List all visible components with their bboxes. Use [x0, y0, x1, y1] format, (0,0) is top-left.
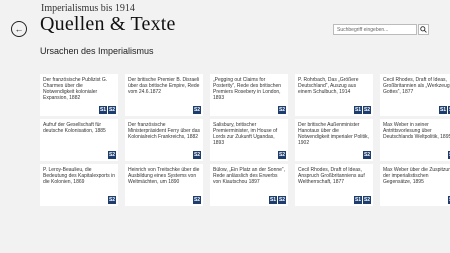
- level-badge: S2: [193, 106, 201, 114]
- source-tile[interactable]: Heinrich von Treitschke über die Ausbild…: [125, 164, 203, 206]
- level-badges: S2: [108, 196, 116, 204]
- source-tile[interactable]: „Pegging out Claims for Posterity“, Rede…: [210, 74, 288, 116]
- tile-title: Cecil Rhodes, Draft of Ideas, Großbritan…: [383, 77, 450, 95]
- back-button[interactable]: ←: [11, 21, 27, 37]
- level-badge: S2: [363, 196, 371, 204]
- source-tile[interactable]: Der britische Premier B. Disraeli über d…: [125, 74, 203, 116]
- tile-title: Cecil Rhodes, Draft of Ideas, Anspruch G…: [298, 167, 365, 185]
- level-badge: S1: [354, 196, 362, 204]
- level-badges: S2: [193, 196, 201, 204]
- level-badges: S2: [193, 151, 201, 159]
- source-tile[interactable]: Bülow, „Ein Platz an der Sonne“, Rede an…: [210, 164, 288, 206]
- page-title: Quellen & Texte: [40, 13, 176, 35]
- level-badge: S2: [108, 106, 116, 114]
- level-badges: S1S2: [269, 196, 286, 204]
- level-badge: S2: [193, 196, 201, 204]
- level-badges: S2: [278, 106, 286, 114]
- search-placeholder: Suchbegriff eingeben...: [337, 26, 389, 33]
- source-tile[interactable]: Salisbury, britischer Premierminister, i…: [210, 119, 288, 161]
- source-tile[interactable]: Der französische Publizist G. Charmes üb…: [40, 74, 118, 116]
- source-tile[interactable]: Max Weber in seiner Antrittsvorlesung üb…: [380, 119, 450, 161]
- source-tile[interactable]: P. Rohrbach, Das „Größere Deutschland“, …: [295, 74, 373, 116]
- source-tile[interactable]: Cecil Rhodes, Draft of Ideas, Großbritan…: [380, 74, 450, 116]
- level-badges: S1S2: [354, 196, 371, 204]
- level-badges: S1S2: [439, 106, 450, 114]
- level-badge: S2: [193, 151, 201, 159]
- search-input[interactable]: Suchbegriff eingeben...: [333, 24, 417, 35]
- search-icon: [420, 26, 427, 33]
- tile-title: Der britische Premier B. Disraeli über d…: [128, 77, 200, 95]
- source-tile[interactable]: Aufruf der Gesellschaft für deutsche Kol…: [40, 119, 118, 161]
- level-badges: S2: [363, 151, 371, 159]
- level-badge: S1: [269, 196, 277, 204]
- source-tile[interactable]: Der britische Außenminister Hanotaux übe…: [295, 119, 373, 161]
- level-badge: S2: [278, 106, 286, 114]
- tile-title: Max Weber über die Zuspitzung der imperi…: [383, 167, 450, 185]
- tile-title: Der französische Publizist G. Charmes üb…: [43, 77, 108, 101]
- level-badge: S2: [108, 196, 116, 204]
- level-badge: S2: [363, 106, 371, 114]
- section-title: Ursachen des Imperialismus: [40, 46, 154, 56]
- level-badges: S2: [108, 151, 116, 159]
- source-tile[interactable]: P. Leroy-Beaulieu, die Bedeutung des Kap…: [40, 164, 118, 206]
- source-tile[interactable]: Der französische Ministerpräsident Ferry…: [125, 119, 203, 161]
- level-badges: S1S2: [99, 106, 116, 114]
- level-badge: S2: [363, 151, 371, 159]
- tile-title: Bülow, „Ein Platz an der Sonne“, Rede an…: [213, 167, 285, 185]
- tile-title: Max Weber in seiner Antrittsvorlesung üb…: [383, 122, 450, 140]
- level-badge: S2: [278, 196, 286, 204]
- level-badge: S2: [278, 151, 286, 159]
- source-tile[interactable]: Max Weber über die Zuspitzung der imperi…: [380, 164, 450, 206]
- source-tile[interactable]: Cecil Rhodes, Draft of Ideas, Anspruch G…: [295, 164, 373, 206]
- level-badge: S1: [99, 106, 107, 114]
- level-badges: S2: [278, 151, 286, 159]
- tile-title: P. Rohrbach, Das „Größere Deutschland“, …: [298, 77, 359, 95]
- level-badge: S2: [108, 151, 116, 159]
- tile-title: „Pegging out Claims for Posterity“, Rede…: [213, 77, 282, 101]
- search-button[interactable]: [418, 24, 429, 35]
- level-badges: S1S2: [354, 106, 371, 114]
- tile-title: P. Leroy-Beaulieu, die Bedeutung des Kap…: [43, 167, 115, 185]
- arrow-left-icon: ←: [14, 23, 24, 34]
- tile-title: Der französische Ministerpräsident Ferry…: [128, 122, 200, 140]
- tile-title: Der britische Außenminister Hanotaux übe…: [298, 122, 369, 146]
- tile-title: Heinrich von Treitschke über die Ausbild…: [128, 167, 200, 185]
- level-badge: S1: [354, 106, 362, 114]
- tile-title: Aufruf der Gesellschaft für deutsche Kol…: [43, 122, 106, 134]
- level-badge: S1: [439, 106, 447, 114]
- level-badges: S2: [193, 106, 201, 114]
- tile-title: Salisbury, britischer Premierminister, i…: [213, 122, 278, 146]
